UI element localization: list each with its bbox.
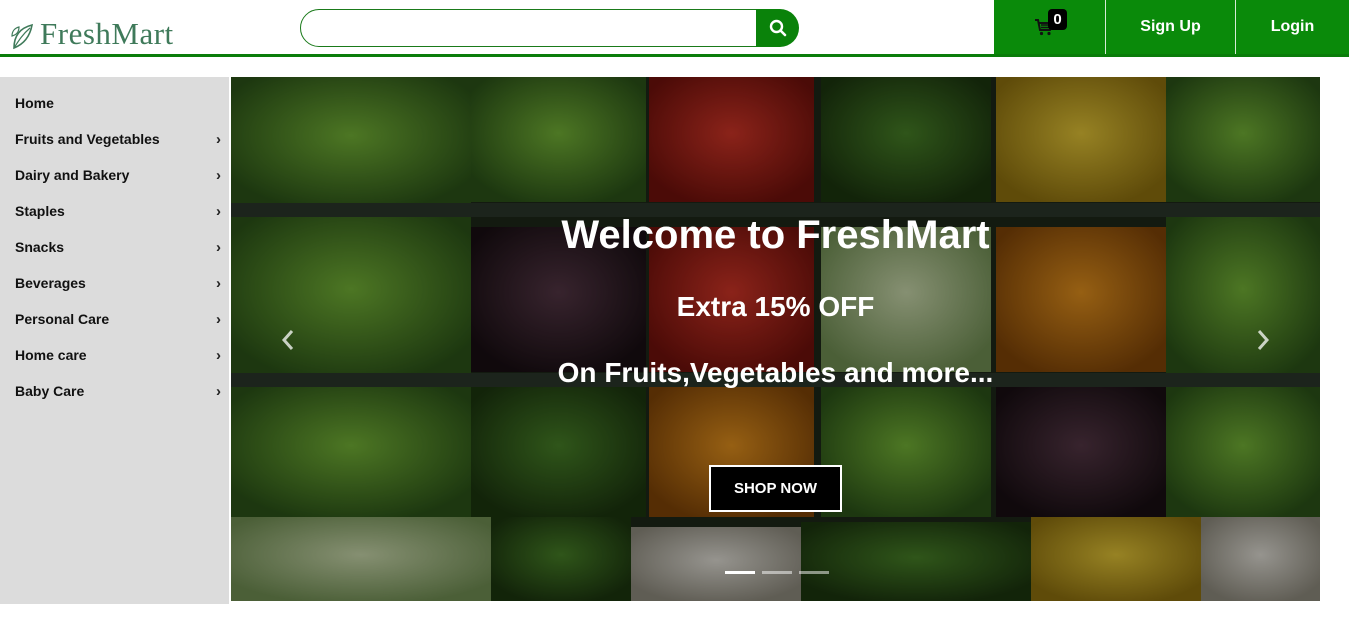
cart-button[interactable]: 0 xyxy=(994,0,1106,54)
search-bar xyxy=(300,9,800,47)
category-sidebar: Home Fruits and Vegetables › Dairy and Ba… xyxy=(0,77,229,604)
sidebar-item-label: Staples xyxy=(15,203,65,219)
chevron-right-icon: › xyxy=(216,346,221,364)
brand-logo[interactable]: FreshMart xyxy=(10,12,174,52)
hero-dark-overlay xyxy=(231,77,1320,601)
signup-button[interactable]: Sign Up xyxy=(1106,0,1236,54)
chevron-right-icon: › xyxy=(216,274,221,292)
sidebar-item-dairy-and-bakery[interactable]: Dairy and Bakery › xyxy=(0,157,229,193)
sidebar-item-home[interactable]: Home xyxy=(0,85,229,121)
carousel-indicators xyxy=(725,571,829,574)
nav-actions: 0 Sign Up Login xyxy=(994,0,1349,54)
leaf-icon xyxy=(11,23,34,50)
hero-offer: Extra 15% OFF xyxy=(676,291,875,322)
search-button[interactable] xyxy=(756,9,799,47)
sidebar-item-personal-care[interactable]: Personal Care › xyxy=(0,301,229,337)
hero-offer-details: On Fruits,Vegetables and more... xyxy=(557,357,994,388)
carousel-next-button[interactable] xyxy=(1248,325,1278,355)
carousel-prev-button[interactable] xyxy=(273,325,303,355)
chevron-right-icon: › xyxy=(216,130,221,148)
chevron-right-icon: › xyxy=(216,382,221,400)
sidebar-item-beverages[interactable]: Beverages › xyxy=(0,265,229,301)
cart-count-badge: 0 xyxy=(1048,9,1067,30)
brand-name: FreshMart xyxy=(40,16,174,51)
login-button[interactable]: Login xyxy=(1236,0,1349,54)
sidebar-item-baby-care[interactable]: Baby Care › xyxy=(0,373,229,409)
sidebar-item-label: Home xyxy=(15,95,54,111)
search-input[interactable] xyxy=(300,9,770,47)
sidebar-item-fruits-and-vegetables[interactable]: Fruits and Vegetables › xyxy=(0,121,229,157)
chevron-left-icon xyxy=(281,330,294,350)
hero-title: Welcome to FreshMart xyxy=(561,213,990,257)
chevron-right-icon xyxy=(1257,330,1270,350)
hero-carousel: Welcome to FreshMart Extra 15% OFF On Fr… xyxy=(231,77,1320,601)
sidebar-item-label: Snacks xyxy=(15,239,65,255)
carousel-indicator[interactable] xyxy=(799,571,829,574)
sidebar-item-label: Fruits and Vegetables xyxy=(15,131,160,147)
sidebar-item-label: Baby Care xyxy=(15,383,85,399)
chevron-right-icon: › xyxy=(216,238,221,256)
sidebar-item-label: Personal Care xyxy=(15,311,110,327)
shop-now-button[interactable]: SHOP NOW xyxy=(709,465,842,512)
sidebar-item-label: Home care xyxy=(15,347,87,363)
carousel-indicator[interactable] xyxy=(725,571,755,574)
sidebar-item-label: Beverages xyxy=(15,275,86,291)
chevron-right-icon: › xyxy=(216,202,221,220)
sidebar-item-snacks[interactable]: Snacks › xyxy=(0,229,229,265)
search-icon xyxy=(769,19,786,37)
chevron-right-icon: › xyxy=(216,310,221,328)
sidebar-item-home-care[interactable]: Home care › xyxy=(0,337,229,373)
sidebar-item-staples[interactable]: Staples › xyxy=(0,193,229,229)
sidebar-item-label: Dairy and Bakery xyxy=(15,167,130,183)
top-navbar: FreshMart 0 Sign Up Login xyxy=(0,0,1349,57)
carousel-indicator[interactable] xyxy=(762,571,792,574)
chevron-right-icon: › xyxy=(216,166,221,184)
